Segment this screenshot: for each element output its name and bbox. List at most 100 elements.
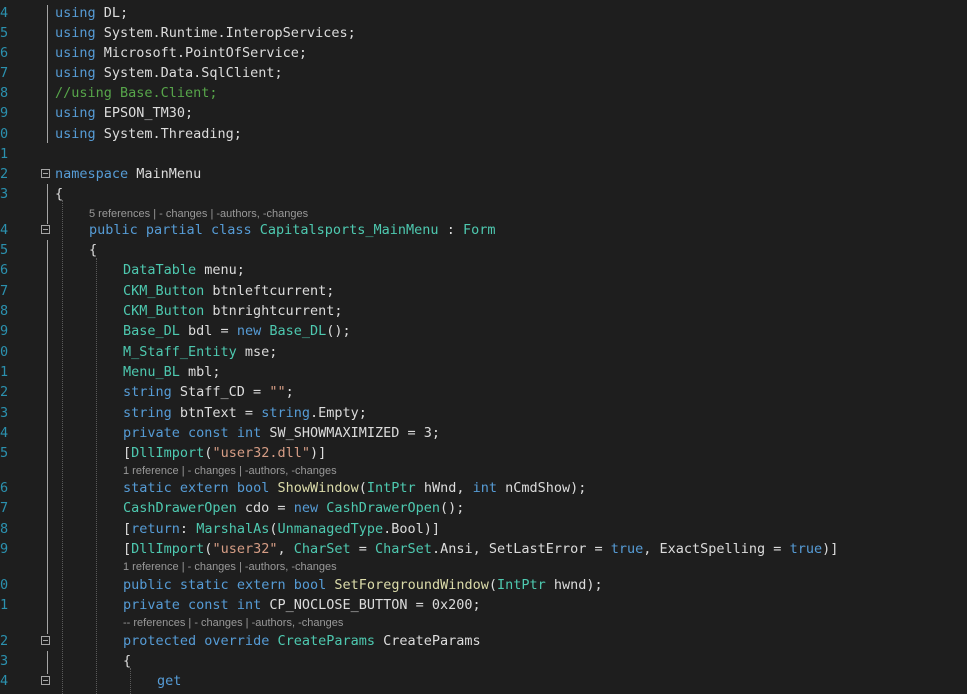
token: { bbox=[123, 653, 132, 669]
code-line[interactable]: 4 using DL; bbox=[0, 3, 967, 23]
token: btnText = bbox=[171, 405, 262, 421]
code-line[interactable]: 9 using EPSON_TM30; bbox=[0, 103, 967, 123]
code-text: string Staff_CD = ""; bbox=[123, 382, 294, 402]
token: { bbox=[55, 186, 64, 202]
code-line[interactable]: 7 using System.Data.SqlClient; bbox=[0, 63, 967, 83]
codelens-info[interactable]: -- references | - changes | -authors, -c… bbox=[123, 615, 343, 631]
token: static bbox=[179, 577, 229, 593]
codelens-info[interactable]: 1 reference | - changes | -authors, -cha… bbox=[123, 463, 337, 479]
code-text: M_Staff_Entity mse; bbox=[123, 342, 277, 362]
collapse-icon[interactable] bbox=[41, 636, 50, 645]
token: mbl; bbox=[179, 364, 221, 380]
code-line[interactable]: 7 CKM_Button btnleftcurrent; bbox=[0, 281, 967, 301]
code-text: using System.Threading; bbox=[55, 124, 242, 144]
token: System.Threading; bbox=[95, 126, 242, 142]
collapse-icon[interactable] bbox=[41, 169, 50, 178]
code-line[interactable]: 5{ bbox=[0, 240, 967, 260]
collapse-icon[interactable] bbox=[41, 225, 50, 234]
token: public bbox=[89, 222, 138, 238]
code-line[interactable]: 1 bbox=[0, 144, 967, 164]
code-text: using Microsoft.PointOfService; bbox=[55, 43, 307, 63]
code-line[interactable]: 3{ bbox=[0, 184, 967, 204]
code-line[interactable]: 4 private const int SW_SHOWMAXIMIZED = 3; bbox=[0, 423, 967, 443]
token: [ bbox=[123, 445, 132, 461]
line-number: 4 bbox=[0, 5, 9, 21]
code-line[interactable]: 8 [return: MarshalAs(UnmanagedType.Bool)] bbox=[0, 519, 967, 539]
token: int bbox=[236, 425, 262, 441]
code-line[interactable]: 5 using System.Runtime.InteropServices; bbox=[0, 23, 967, 43]
code-line[interactable]: 2 protected override CreateParams CreateP… bbox=[0, 631, 967, 651]
code-line[interactable]: 9 [DllImport("user32", CharSet = CharSet.… bbox=[0, 539, 967, 559]
codelens-info[interactable]: 5 references | - changes | -authors, -ch… bbox=[89, 206, 308, 222]
line-number: 1 bbox=[0, 146, 9, 162]
code-line[interactable]: 9 Base_DL bdl = new Base_DL(); bbox=[0, 321, 967, 341]
token: DL; bbox=[95, 5, 129, 21]
line-number: 1 bbox=[0, 364, 9, 380]
code-text: public partial class Capitalsports_MainM… bbox=[89, 220, 495, 240]
line-number: 3 bbox=[0, 405, 9, 421]
token: Staff_CD = bbox=[171, 384, 270, 400]
collapse-icon[interactable] bbox=[41, 676, 50, 685]
code-editor[interactable]: 4 using DL; 5 using System.Runtime.InteropS… bbox=[0, 0, 967, 694]
code-line[interactable]: 3{ bbox=[0, 651, 967, 671]
token: Capitalsports_MainMenu bbox=[259, 222, 439, 238]
code-text: using DL; bbox=[55, 3, 128, 23]
code-line[interactable]: 6 DataTable menu; bbox=[0, 260, 967, 280]
code-line[interactable]: 8 //using Base.Client; bbox=[0, 83, 967, 103]
token: const bbox=[188, 597, 229, 613]
token: "user32.dll" bbox=[212, 445, 310, 461]
token: , ExactSpelling = bbox=[643, 541, 790, 557]
line-number: 2 bbox=[0, 384, 9, 400]
token: partial bbox=[145, 222, 203, 238]
token: "user32" bbox=[212, 541, 278, 557]
token: : bbox=[179, 521, 197, 537]
token: true bbox=[610, 541, 644, 557]
token: cdo = bbox=[236, 500, 294, 516]
token: bool bbox=[293, 577, 327, 593]
code-line[interactable]: 2 string Staff_CD = ""; bbox=[0, 382, 967, 402]
code-text: using System.Runtime.InteropServices; bbox=[55, 23, 356, 43]
code-line[interactable]: 8 CKM_Button btnrightcurrent; bbox=[0, 301, 967, 321]
code-line[interactable]: 3 string btnText = string.Empty; bbox=[0, 403, 967, 423]
code-line[interactable]: 5 [DllImport("user32.dll")] bbox=[0, 443, 967, 463]
token: using bbox=[55, 126, 96, 142]
token: Microsoft.PointOfService; bbox=[95, 45, 307, 61]
token: btnrightcurrent; bbox=[204, 303, 343, 319]
token: protected bbox=[123, 633, 197, 649]
token: return bbox=[131, 521, 180, 537]
code-line[interactable]: 1 Menu_BL mbl; bbox=[0, 362, 967, 382]
line-number: 7 bbox=[0, 283, 9, 299]
code-line[interactable]: 7 CashDrawerOpen cdo = new CashDrawerOpen… bbox=[0, 498, 967, 518]
code-line[interactable]: 2 namespace MainMenu bbox=[0, 164, 967, 184]
code-line[interactable]: 0 using System.Threading; bbox=[0, 124, 967, 144]
token: IntPtr bbox=[497, 577, 546, 593]
code-line[interactable]: 0 M_Staff_Entity mse; bbox=[0, 342, 967, 362]
token: CashDrawerOpen bbox=[326, 500, 441, 516]
code-line[interactable]: 4 get bbox=[0, 671, 967, 691]
code-line[interactable]: 6 static extern bool ShowWindow(IntPtr hW… bbox=[0, 478, 967, 498]
code-line[interactable]: 4 public partial class Capitalsports_Main… bbox=[0, 220, 967, 240]
line-number: 5 bbox=[0, 25, 9, 41]
code-line[interactable]: 6 using Microsoft.PointOfService; bbox=[0, 43, 967, 63]
line-number: 4 bbox=[0, 673, 9, 689]
code-text: { bbox=[123, 651, 131, 671]
token: public bbox=[123, 577, 172, 593]
code-text: private const int CP_NOCLOSE_BUTTON = 0x… bbox=[123, 595, 481, 615]
code-line[interactable]: 1 private const int CP_NOCLOSE_BUTTON = 0… bbox=[0, 595, 967, 615]
token: string bbox=[123, 384, 172, 400]
token: IntPtr bbox=[366, 480, 416, 496]
token: CKM_Button bbox=[123, 303, 205, 319]
code-text: get bbox=[157, 671, 181, 691]
codelens-info[interactable]: 1 reference | - changes | -authors, -cha… bbox=[123, 559, 337, 575]
code-line[interactable]: 0 public static extern bool SetForeground… bbox=[0, 575, 967, 595]
token: bool bbox=[236, 480, 270, 496]
line-number: 8 bbox=[0, 85, 9, 101]
token: private bbox=[123, 425, 180, 441]
line-number: 0 bbox=[0, 126, 9, 142]
token: new bbox=[293, 500, 319, 516]
